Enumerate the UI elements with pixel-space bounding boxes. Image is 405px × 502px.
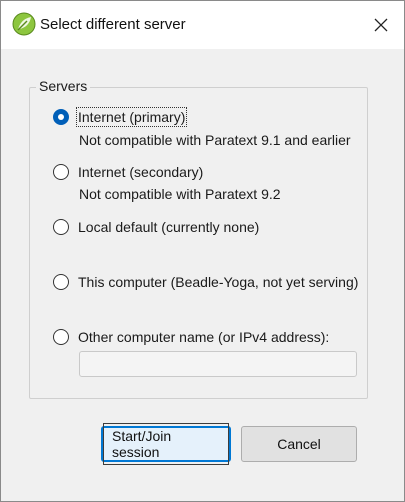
close-button[interactable]: [358, 1, 404, 49]
cancel-label: Cancel: [277, 436, 321, 452]
option-label-this-computer[interactable]: This computer (Beadle-Yoga, not yet serv…: [78, 274, 358, 290]
other-computer-address-input[interactable]: [79, 351, 357, 377]
option-label-internet-secondary[interactable]: Internet (secondary): [78, 164, 203, 180]
start-join-session-label: Start/Join session: [103, 423, 229, 465]
radio-internet-primary[interactable]: [53, 109, 69, 125]
radio-internet-secondary[interactable]: [53, 164, 69, 180]
option-label-internet-primary[interactable]: Internet (primary): [75, 107, 188, 127]
title-bar[interactable]: Select different server: [1, 1, 404, 49]
option-label-other-computer[interactable]: Other computer name (or IPv4 address):: [78, 329, 329, 345]
dialog-window: Select different server Servers Internet…: [0, 0, 405, 502]
option-label-local-default[interactable]: Local default (currently none): [78, 219, 259, 235]
radio-other-computer[interactable]: [53, 329, 69, 345]
cancel-button[interactable]: Cancel: [241, 426, 357, 462]
option-note-internet-secondary: Not compatible with Paratext 9.2: [79, 186, 281, 202]
close-icon: [374, 18, 388, 32]
radio-this-computer[interactable]: [53, 274, 69, 290]
start-join-session-button[interactable]: Start/Join session: [101, 423, 231, 465]
paratext-leaf-icon: [12, 12, 36, 36]
servers-legend: Servers: [36, 78, 91, 94]
radio-local-default[interactable]: [53, 219, 69, 235]
option-note-internet-primary: Not compatible with Paratext 9.1 and ear…: [79, 132, 351, 148]
window-title: Select different server: [40, 16, 186, 33]
